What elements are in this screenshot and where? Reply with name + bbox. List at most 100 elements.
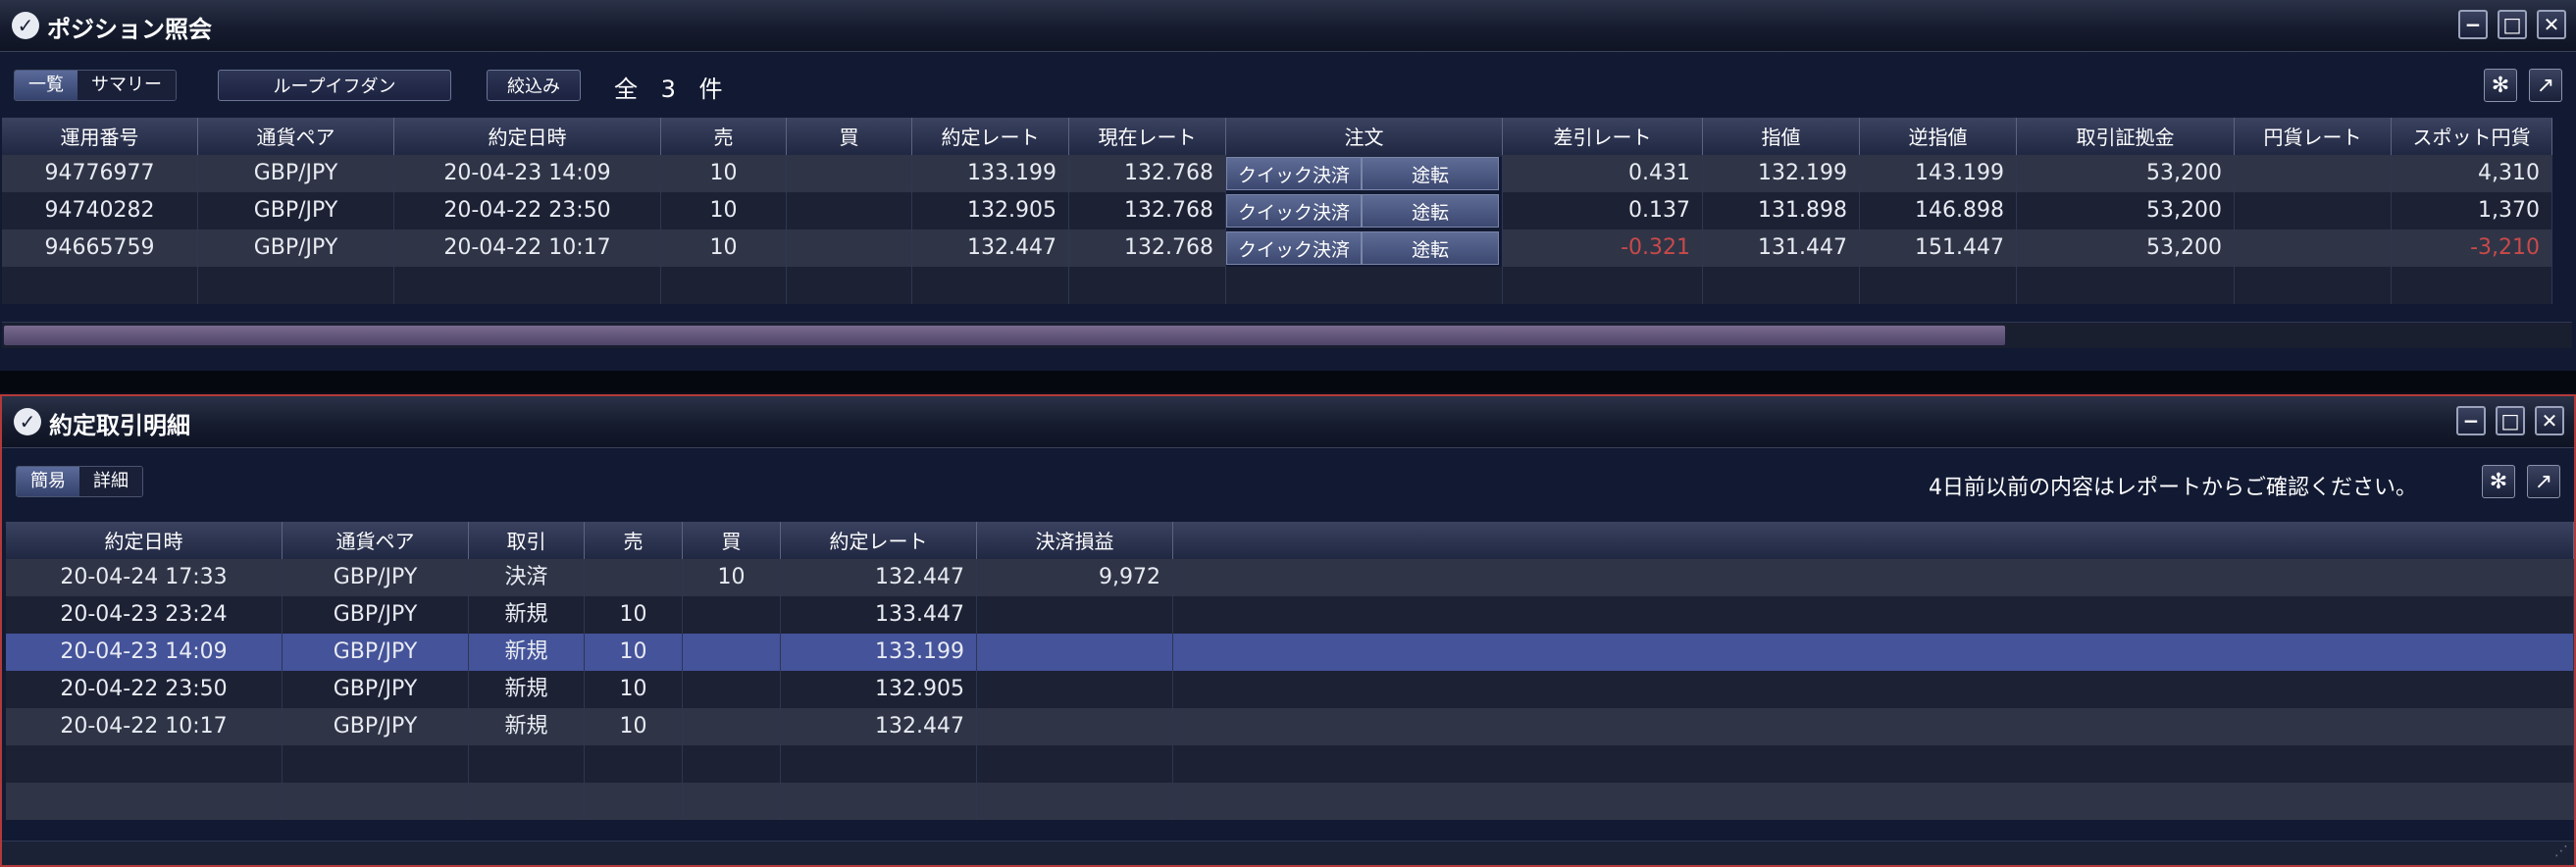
settings-gear-icon[interactable]: ✻ — [2484, 69, 2517, 102]
resize-grip-icon[interactable]: ⋰ — [2554, 843, 2568, 859]
table-header: 運用番号 通貨ペア 約定日時 売 買 約定レート 現在レート 注文 差引レート … — [2, 118, 2576, 157]
empty-cell — [6, 783, 283, 820]
tab-detail[interactable]: 詳細 — [79, 467, 142, 496]
table-row[interactable]: 20-04-24 17:33 GBP/JPY 決済 10 132.447 9,972 — [6, 559, 2574, 596]
midway-reverse-button[interactable]: 途転 — [1362, 194, 1499, 228]
table-row[interactable]: 94776977 GBP/JPY 20-04-23 14:09 10 133.199 13… — [2, 155, 2576, 192]
stop-price: 146.898 — [1860, 192, 2017, 230]
close-button[interactable]: ✕ — [2535, 406, 2564, 435]
empty-cell — [1226, 267, 1503, 304]
table-row[interactable]: 94740282 GBP/JPY 20-04-22 23:50 10 132.905 13… — [2, 192, 2576, 230]
quick-settle-button[interactable]: クイック決済 — [1226, 157, 1362, 190]
trade-detail-panel: ✓ 約定取引明細 − □ ✕ 簡易 詳細 4日前以前の内容はレポートからご確認く… — [0, 394, 2576, 867]
trade-datetime: 20-04-22 23:50 — [394, 192, 661, 230]
limit-price: 131.447 — [1703, 230, 1860, 267]
position-panel-titlebar[interactable]: ✓ ポジション照会 − □ ✕ — [0, 0, 2576, 52]
limit-price: 131.898 — [1703, 192, 1860, 230]
sell-qty — [585, 559, 683, 596]
col-header[interactable]: 買 — [683, 522, 781, 561]
buy-qty — [787, 230, 912, 267]
trade-table: 約定日時 通貨ペア 取引 売 買 約定レート 決済損益 20-04-24 17:… — [6, 522, 2574, 820]
empty-cell — [781, 783, 977, 820]
trade-toolbar: 簡易 詳細 4日前以前の内容はレポートからご確認ください。 ✻ ↗ — [2, 448, 2574, 511]
filter-button[interactable]: 絞込み — [487, 70, 581, 101]
row-filler — [1173, 708, 2574, 745]
table-row[interactable]: 20-04-22 10:17 GBP/JPY 新規 10 132.447 — [6, 708, 2574, 745]
trade-type: 新規 — [469, 634, 585, 671]
minimize-button[interactable]: − — [2456, 406, 2486, 435]
col-header[interactable]: 指値 — [1703, 118, 1860, 157]
tab-summary[interactable]: サマリー — [77, 71, 176, 100]
col-header[interactable]: 運用番号 — [2, 118, 198, 157]
col-header[interactable]: 注文 — [1226, 118, 1503, 157]
col-header[interactable]: 約定レート — [912, 118, 1069, 157]
col-header[interactable]: 取引 — [469, 522, 585, 561]
trade-margin: 53,200 — [2017, 155, 2235, 192]
trade-rate: 133.447 — [781, 596, 977, 634]
col-header[interactable]: 売 — [661, 118, 787, 157]
maximize-button[interactable]: □ — [2498, 10, 2527, 39]
position-table: 運用番号 通貨ペア 約定日時 売 買 約定レート 現在レート 注文 差引レート … — [2, 118, 2576, 304]
buy-qty — [787, 192, 912, 230]
panel-title: ポジション照会 — [47, 16, 212, 43]
col-header[interactable]: 通貨ペア — [283, 522, 469, 561]
trade-panel-titlebar[interactable]: ✓ 約定取引明細 − □ ✕ — [2, 396, 2574, 448]
horizontal-scrollbar[interactable] — [2, 322, 2572, 348]
table-row[interactable]: 20-04-23 14:09 GBP/JPY 新規 10 133.199 — [6, 634, 2574, 671]
table-row[interactable]: 20-04-23 23:24 GBP/JPY 新規 10 133.447 — [6, 596, 2574, 634]
empty-cell — [977, 783, 1173, 820]
empty-cell — [2235, 267, 2392, 304]
trade-datetime: 20-04-23 14:09 — [394, 155, 661, 192]
table-row[interactable]: 20-04-22 23:50 GBP/JPY 新規 10 132.905 — [6, 671, 2574, 708]
currency-pair: GBP/JPY — [283, 708, 469, 745]
col-header[interactable]: 取引証拠金 — [2017, 118, 2235, 157]
tab-simple[interactable]: 簡易 — [17, 467, 79, 496]
popout-icon[interactable]: ↗ — [2529, 69, 2562, 102]
col-header[interactable]: 約定日時 — [6, 522, 283, 561]
col-header[interactable]: 差引レート — [1503, 118, 1703, 157]
empty-cell — [2392, 267, 2552, 304]
close-button[interactable]: ✕ — [2537, 10, 2566, 39]
col-header[interactable]: 円貨レート — [2235, 118, 2392, 157]
tab-list[interactable]: 一覧 — [15, 71, 77, 100]
col-header[interactable]: スポット円貨 — [2392, 118, 2552, 157]
order-actions: クイック決済 途転 — [1226, 192, 1503, 230]
scrollbar-thumb[interactable] — [4, 326, 2005, 345]
table-row[interactable]: 94665759 GBP/JPY 20-04-22 10:17 10 132.447 13… — [2, 230, 2576, 267]
trade-rate: 132.447 — [781, 559, 977, 596]
quick-settle-button[interactable]: クイック決済 — [1226, 194, 1362, 228]
currency-pair: GBP/JPY — [198, 155, 394, 192]
col-header[interactable]: 約定レート — [781, 522, 977, 561]
minimize-button[interactable]: − — [2458, 10, 2488, 39]
empty-row — [2, 267, 2576, 304]
currency-pair: GBP/JPY — [283, 596, 469, 634]
yen-rate — [2235, 192, 2392, 230]
col-header[interactable]: 現在レート — [1069, 118, 1226, 157]
quick-settle-button[interactable]: クイック決済 — [1226, 231, 1362, 265]
loop-ifd-button[interactable]: ループイフダン — [218, 70, 451, 101]
col-header[interactable]: 約定日時 — [394, 118, 661, 157]
current-rate: 132.768 — [1069, 192, 1226, 230]
col-header[interactable]: 決済損益 — [977, 522, 1173, 561]
empty-cell — [469, 783, 585, 820]
settlement-pnl — [977, 708, 1173, 745]
popout-icon[interactable]: ↗ — [2527, 465, 2560, 498]
midway-reverse-button[interactable]: 途転 — [1362, 231, 1499, 265]
sell-qty: 10 — [585, 634, 683, 671]
maximize-button[interactable]: □ — [2496, 406, 2525, 435]
row-filler — [1173, 634, 2574, 671]
col-header[interactable]: 逆指値 — [1860, 118, 2017, 157]
midway-reverse-button[interactable]: 途転 — [1362, 157, 1499, 190]
empty-cell — [683, 745, 781, 783]
trade-datetime: 20-04-22 10:17 — [6, 708, 283, 745]
empty-cell — [977, 745, 1173, 783]
row-filler — [1173, 783, 2574, 820]
settings-gear-icon[interactable]: ✻ — [2482, 465, 2515, 498]
row-filler — [1173, 596, 2574, 634]
settlement-pnl — [977, 671, 1173, 708]
col-header[interactable]: 買 — [787, 118, 912, 157]
position-toolbar: 一覧 サマリー ループイフダン 絞込み 全 3 件 ✻ ↗ — [0, 52, 2576, 115]
col-header[interactable]: 通貨ペア — [198, 118, 394, 157]
trade-type: 決済 — [469, 559, 585, 596]
col-header[interactable]: 売 — [585, 522, 683, 561]
